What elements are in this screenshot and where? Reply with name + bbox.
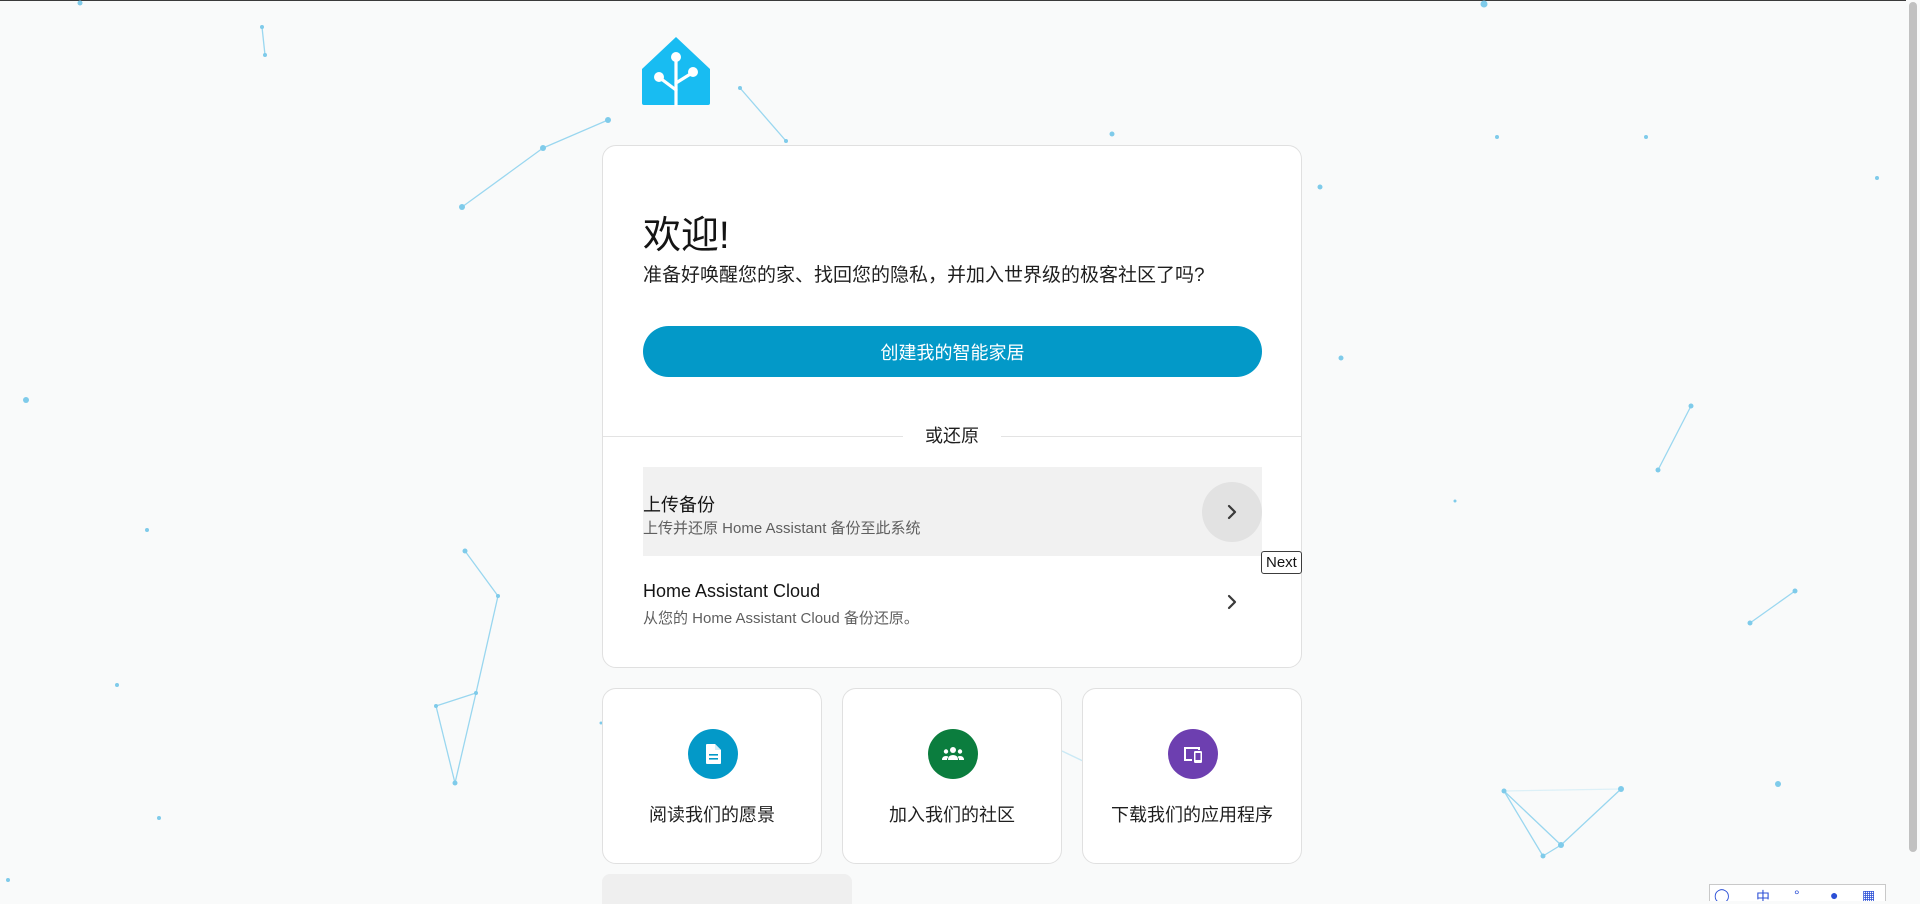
home-assistant-logo-icon xyxy=(642,37,710,107)
ime-logo-icon: ◯ xyxy=(1714,887,1730,901)
devices-icon xyxy=(1168,729,1218,779)
next-tooltip: Next xyxy=(1261,551,1302,574)
option-title: Home Assistant Cloud xyxy=(643,581,821,601)
scrollbar-thumb[interactable] xyxy=(1909,2,1917,852)
home-assistant-cloud-option[interactable]: Home Assistant Cloud 从您的 Home Assistant … xyxy=(643,557,1262,646)
create-smart-home-button[interactable]: 创建我的智能家居 xyxy=(643,326,1262,377)
join-community-card[interactable]: 加入我们的社区 xyxy=(842,688,1062,864)
restore-divider-label: 或还原 xyxy=(903,425,1001,447)
option-description: 上传并还原 Home Assistant 备份至此系统 xyxy=(643,520,921,537)
ime-apps-icon[interactable]: ▦ xyxy=(1862,887,1875,901)
page-title: 欢迎! xyxy=(643,215,730,257)
ime-punctuation-icon[interactable]: ° xyxy=(1794,887,1800,901)
download-apps-card[interactable]: 下载我们的应用程序 xyxy=(1082,688,1302,864)
community-icon xyxy=(928,729,978,779)
chevron-right-icon xyxy=(1227,594,1237,610)
ime-mode-label[interactable]: 中 xyxy=(1756,887,1770,901)
read-vision-card[interactable]: 阅读我们的愿景 xyxy=(602,688,822,864)
page-scrollbar[interactable] xyxy=(1906,0,1920,900)
welcome-subtitle: 准备好唤醒您的家、找回您的隐私，并加入世界级的极客社区了吗? xyxy=(643,265,1205,286)
join-community-label: 加入我们的社区 xyxy=(889,805,1015,825)
ime-microphone-icon[interactable]: ● xyxy=(1830,887,1838,901)
option-title: 上传备份 xyxy=(643,495,715,515)
chevron-right-icon xyxy=(1227,504,1237,520)
option-description: 从您的 Home Assistant Cloud 备份还原。 xyxy=(643,610,919,627)
download-apps-label: 下载我们的应用程序 xyxy=(1111,805,1273,825)
read-vision-label: 阅读我们的愿景 xyxy=(649,805,775,825)
onboarding-welcome-card: 欢迎! 准备好唤醒您的家、找回您的隐私，并加入世界级的极客社区了吗? 创建我的智… xyxy=(602,145,1302,668)
cloud-next-button[interactable] xyxy=(1202,572,1262,632)
document-icon xyxy=(688,729,738,779)
ime-toolbar[interactable]: ◯ 中 ° ● ▦ xyxy=(1709,884,1886,901)
upload-backup-next-button[interactable] xyxy=(1202,482,1262,542)
upload-backup-option[interactable]: 上传备份 上传并还原 Home Assistant 备份至此系统 xyxy=(643,467,1262,556)
